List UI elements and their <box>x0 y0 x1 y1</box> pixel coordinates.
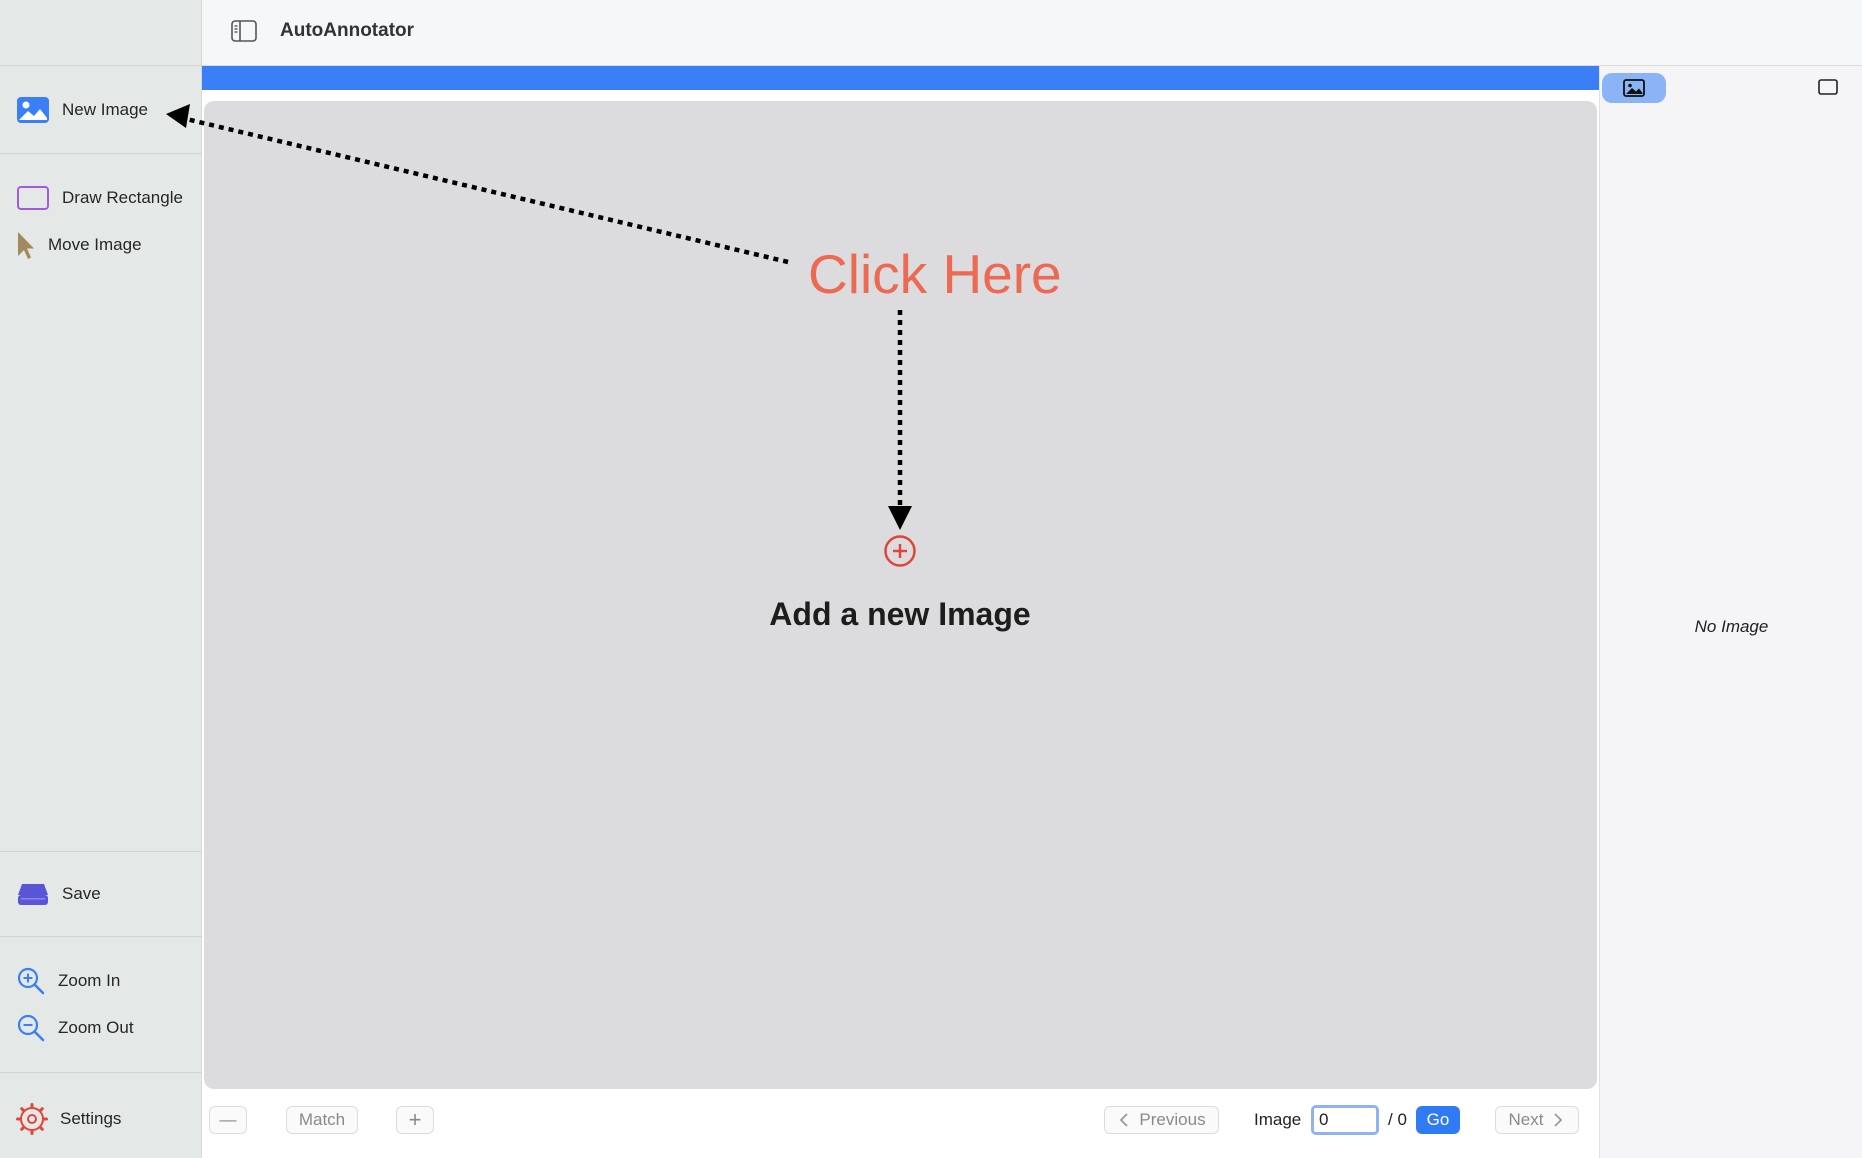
chevron-right-icon <box>1554 1113 1563 1127</box>
drive-icon <box>18 884 48 905</box>
zoom-out-icon <box>17 1014 45 1042</box>
new-image-button[interactable]: New Image <box>16 92 148 128</box>
next-button[interactable]: Next <box>1495 1106 1579 1134</box>
zoom-in-button[interactable]: Zoom In <box>16 963 120 999</box>
chevron-left-icon <box>1120 1113 1129 1127</box>
app-title: AutoAnnotator <box>280 20 415 41</box>
move-image-button[interactable]: Move Image <box>16 227 142 263</box>
page-number-input[interactable] <box>1311 1105 1379 1135</box>
next-label: Next <box>1508 1110 1544 1129</box>
rectangle-icon <box>17 186 49 210</box>
plus-circle-icon[interactable] <box>883 534 917 568</box>
draw-rectangle-label: Draw Rectangle <box>62 188 183 207</box>
go-label: Go <box>1426 1110 1450 1129</box>
zoom-out-button[interactable]: Zoom Out <box>16 1010 134 1046</box>
click-here-callout: Click Here <box>808 243 1062 305</box>
previous-button[interactable]: Previous <box>1104 1106 1219 1134</box>
save-label: Save <box>62 884 101 903</box>
sidebar: New Image Draw Rectangle Move Image Save <box>0 0 202 1158</box>
title-bar: AutoAnnotator <box>202 0 1862 66</box>
sidebar-divider <box>0 851 202 852</box>
progress-fill <box>202 66 1599 90</box>
zoom-in-icon <box>17 967 45 995</box>
match-button[interactable]: Match <box>286 1106 358 1134</box>
gear-icon <box>16 1103 48 1135</box>
match-label: Match <box>298 1110 346 1129</box>
previous-label: Previous <box>1139 1110 1206 1129</box>
photo-icon <box>17 97 49 123</box>
draw-rectangle-button[interactable]: Draw Rectangle <box>16 180 183 216</box>
plus-icon: + <box>408 1107 422 1132</box>
minus-icon: — <box>219 1110 237 1129</box>
sidebar-top-strip <box>0 0 202 66</box>
move-image-label: Move Image <box>48 235 142 254</box>
photo-icon <box>1623 79 1645 97</box>
bottom-toolbar: — Match + Previous Image / 0 Go Next <box>202 1092 1599 1158</box>
zoom-in-label: Zoom In <box>58 971 121 990</box>
pointer-arrow-icon <box>18 232 34 259</box>
zoom-out-small-button[interactable]: — <box>209 1106 247 1134</box>
app-window: New Image Draw Rectangle Move Image Save <box>0 0 1862 1158</box>
zoom-out-label: Zoom Out <box>58 1018 134 1037</box>
save-button[interactable]: Save <box>16 876 101 912</box>
go-button[interactable]: Go <box>1416 1106 1460 1134</box>
zoom-in-small-button[interactable]: + <box>396 1106 434 1134</box>
new-image-label: New Image <box>62 100 148 119</box>
progress-bar <box>202 66 1599 90</box>
page-total: / 0 <box>1388 1110 1407 1129</box>
settings-button[interactable]: Settings <box>16 1101 121 1137</box>
settings-label: Settings <box>60 1109 122 1128</box>
image-page-label: Image <box>1254 1110 1302 1129</box>
add-image-label[interactable]: Add a new Image <box>700 596 1100 633</box>
sidebar-divider <box>0 1072 202 1073</box>
sidebar-divider <box>0 153 202 154</box>
sidebar-toggle-icon[interactable] <box>230 19 258 43</box>
sidebar-divider <box>0 936 202 937</box>
no-image-text: No Image <box>1694 617 1769 636</box>
right-panel: No Image <box>1599 66 1862 1158</box>
rectangle-tab-icon[interactable] <box>1818 79 1838 95</box>
image-tab[interactable] <box>1602 73 1666 103</box>
